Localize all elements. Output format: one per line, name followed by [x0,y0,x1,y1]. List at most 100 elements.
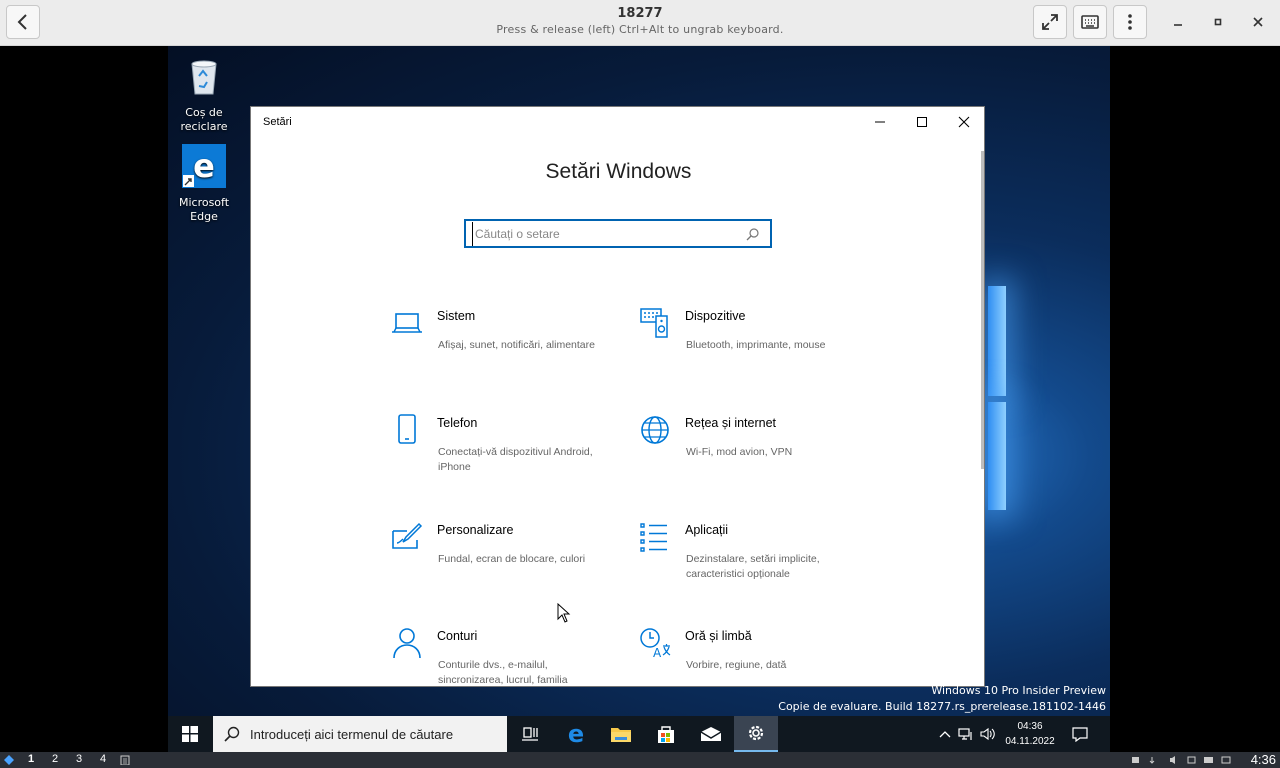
keyboard-icon [1081,15,1099,29]
watermark-edition: Windows 10 Pro Insider Preview [931,684,1106,697]
vm-screen: Coș de reciclare e Microsoft Edge Setări… [168,46,1110,752]
workspace-4[interactable]: 4 [100,753,106,765]
host-close-button[interactable] [1247,11,1269,33]
tray-network-icon[interactable] [1130,755,1240,765]
tile-telefon[interactable]: Telefon Conectați-vă dispozitivul Androi… [391,414,611,494]
tile-description: Afișaj, sunet, notificări, alimentare [438,339,595,351]
menu-button[interactable] [1113,5,1147,39]
svg-text:e: e [568,723,584,745]
phone-icon [398,414,416,444]
clock-time: 04:36 [1017,721,1043,732]
taskbar-search[interactable]: Introduceți aici termenul de căutare [213,716,507,752]
host-menu-icon[interactable] [4,755,14,765]
mail-icon [700,727,722,741]
notification-icon [1072,727,1088,742]
taskbar-edge-button[interactable]: e [554,716,598,752]
expand-icon [1042,14,1058,30]
maximize-icon [917,117,927,127]
devices-icon [640,308,668,338]
taskbar-clock[interactable]: 04:36 04.11.2022 [1004,719,1056,749]
taskbar-mail-button[interactable] [689,716,733,752]
search-box [464,219,772,248]
taskbar-store-button[interactable] [644,716,688,752]
svg-text:A: A [653,646,662,659]
fullscreen-button[interactable] [1033,5,1067,39]
tile-description: Dezinstalare, setări implicite, caracter… [686,553,820,580]
workspace-2[interactable]: 2 [52,753,58,765]
host-clock: 4:36 [1250,752,1276,767]
taskbar-explorer-button[interactable] [599,716,643,752]
close-button[interactable] [943,107,984,137]
person-icon [393,628,421,659]
tile-description: Fundal, ecran de blocare, culori [438,553,586,565]
action-center-button[interactable] [1064,716,1096,752]
tile-description: Bluetooth, imprimante, mouse [686,339,826,351]
minimize-button[interactable] [859,107,901,137]
store-icon [658,726,674,743]
host-maximize-button[interactable] [1207,11,1229,33]
tile-sistem[interactable]: Sistem Afișaj, sunet, notificări, alimen… [391,307,611,387]
workspace-3[interactable]: 3 [76,753,82,765]
clipboard-icon[interactable] [120,755,130,765]
network-button[interactable] [954,716,978,752]
clock-date: 04.11.2022 [1005,736,1055,747]
tile-aplicatii[interactable]: Aplicații Dezinstalare, setări implicite… [639,521,859,601]
speaker-icon [980,727,995,741]
scrollbar[interactable] [981,151,984,469]
host-toolbar: 18277 Press & release (left) Ctrl+Alt to… [0,0,1280,46]
tile-description: Conectați-vă dispozitivul Android, iPhon… [438,446,593,473]
minimize-icon [1174,24,1182,26]
edge-icon: e [568,723,584,745]
host-minimize-button[interactable] [1167,11,1189,33]
kebab-menu-icon [1128,14,1132,30]
workspace-1[interactable]: 1 [28,753,34,765]
tile-retea[interactable]: Rețea și internet Wi-Fi, mod avion, VPN [639,414,859,494]
tile-title: Rețea și internet [685,416,777,430]
globe-icon [641,416,669,444]
host-panel: 1 2 3 4 4:36 [0,752,1280,768]
task-view-button[interactable] [508,716,552,752]
taskbar-settings-button[interactable] [734,716,778,752]
tile-description: Vorbire, regiune, dată [686,659,787,671]
search-icon[interactable] [746,227,760,241]
chevron-up-icon [939,731,951,738]
close-icon [1253,17,1263,27]
time-language-icon: A [640,628,671,659]
apps-list-icon [640,523,667,552]
laptop-icon [392,313,422,333]
folder-icon [611,728,631,742]
tile-conturi[interactable]: Conturi Conturile dvs., e-mailul, sincro… [391,627,611,686]
tile-ora-limba[interactable]: A Oră și limbă Vorbire, regiune, dată [639,627,859,686]
search-input[interactable] [472,221,742,246]
start-button[interactable] [168,716,212,752]
tile-description: Conturile dvs., e-mailul, sincronizarea,… [438,659,568,686]
volume-button[interactable] [976,716,1000,752]
desktop-icon-recycle-bin[interactable]: Coș de reciclare [171,54,237,134]
tile-title: Oră și limbă [685,629,752,643]
tile-title: Telefon [437,416,478,430]
recycle-bin-icon [191,60,217,95]
svg-text:e: e [193,147,215,185]
edge-icon: e [182,144,226,188]
tile-personalizare[interactable]: Personalizare Fundal, ecran de blocare, … [391,521,611,601]
taskbar-search-text: Introduceți aici termenul de căutare [250,726,454,742]
mouse-cursor-icon [557,603,571,623]
taskbar: Introduceți aici termenul de căutare e 0… [168,716,1110,752]
personalization-icon [392,522,423,549]
tile-title: Dispozitive [685,309,746,323]
keyboard-button[interactable] [1073,5,1107,39]
tile-title: Sistem [437,309,476,323]
maximize-button[interactable] [901,107,943,137]
tile-title: Personalizare [437,523,514,537]
tile-description: Wi-Fi, mod avion, VPN [686,446,793,458]
tile-title: Aplicații [685,523,729,537]
maximize-icon [1214,18,1222,26]
close-icon [958,116,970,128]
tile-title: Conturi [437,629,478,643]
network-icon [958,728,972,740]
desktop-icon-edge[interactable]: e Microsoft Edge [171,144,237,224]
window-title: Setări [263,116,292,128]
settings-window: Setări Setări Windows Sistem Afișaj, sun… [250,106,985,687]
watermark-build: Copie de evaluare. Build 18277.rs_prerel… [778,700,1106,713]
tile-dispozitive[interactable]: Dispozitive Bluetooth, imprimante, mouse [639,307,859,387]
